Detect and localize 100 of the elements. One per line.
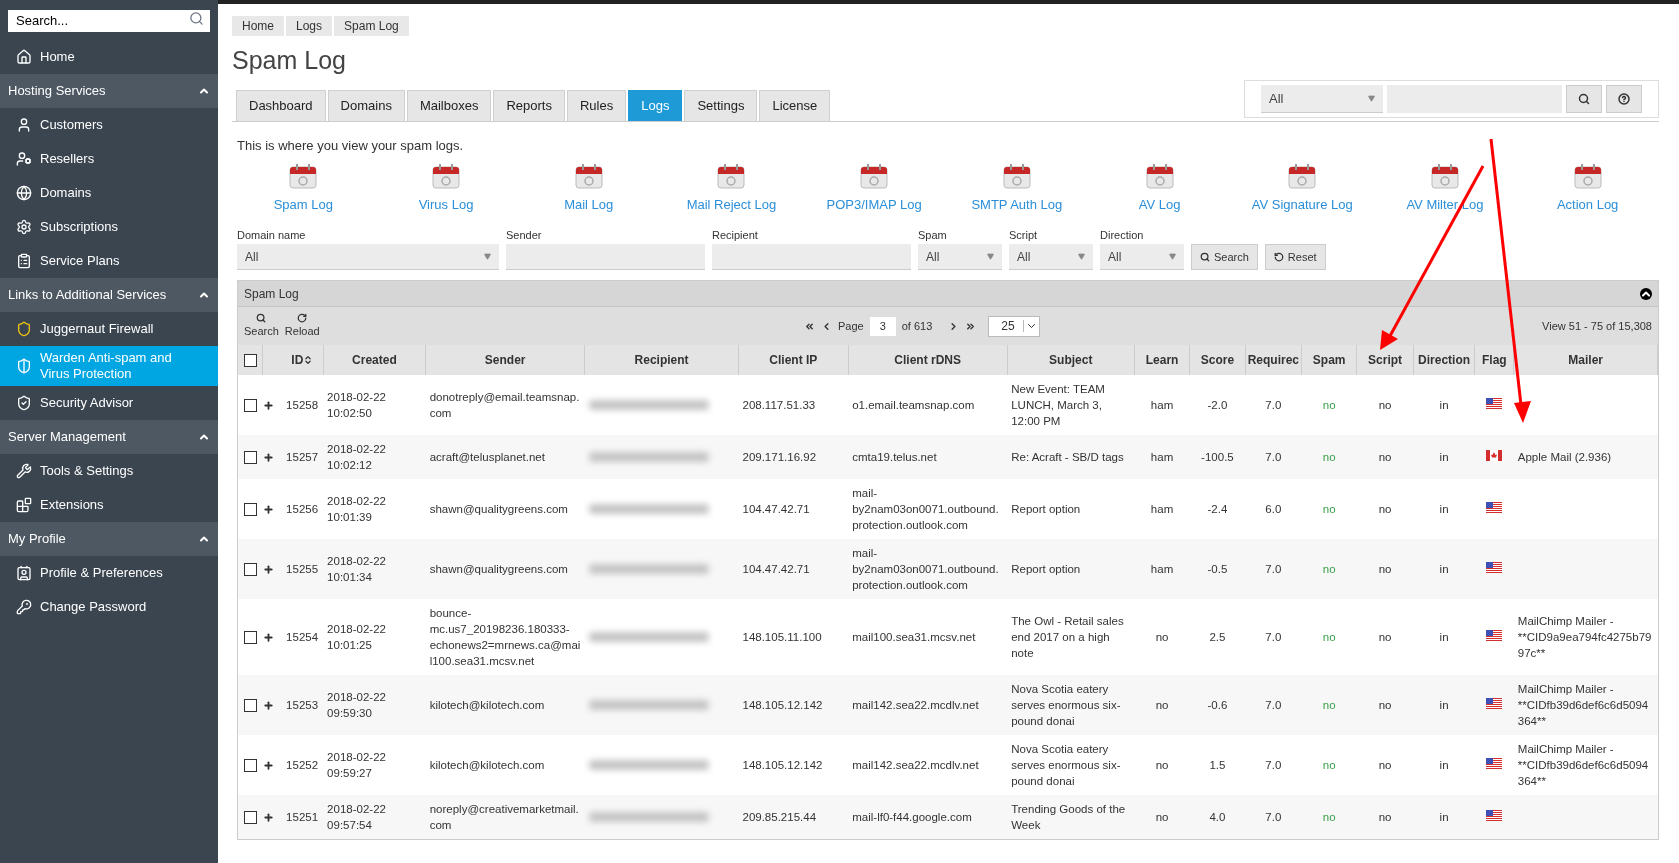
log-link[interactable]: SMTP Auth Log — [971, 195, 1063, 215]
section-header[interactable]: My Profile — [0, 522, 218, 556]
table-cell: mail142.sea22.mcdlv.net — [852, 699, 979, 711]
log-link[interactable]: POP3/IMAP Log — [826, 195, 922, 215]
table-cell: 2018-02-22 09:59:30 — [327, 691, 386, 719]
nav-item[interactable]: Customers — [0, 108, 218, 142]
page-size-dropdown[interactable]: 25 — [988, 315, 1040, 337]
row-checkbox[interactable] — [243, 630, 257, 644]
table-cell: 148.105.12.142 — [742, 699, 823, 711]
log-link[interactable]: Spam Log — [273, 195, 333, 215]
tab[interactable]: Reports — [493, 89, 565, 121]
dropdown[interactable]: All — [237, 244, 499, 270]
section-header[interactable]: Hosting Services — [0, 74, 218, 108]
table-cell: in — [1439, 563, 1449, 575]
log-link[interactable]: Mail Reject Log — [686, 195, 777, 215]
table-cell: 4.0 — [1209, 811, 1226, 823]
breadcrumb[interactable]: Home — [232, 16, 284, 36]
expand-icon[interactable] — [262, 759, 274, 771]
table-cell: no — [1378, 759, 1392, 771]
expand-icon[interactable] — [262, 563, 274, 575]
search-field[interactable]: Search... — [8, 9, 210, 32]
text-field[interactable] — [712, 244, 911, 270]
toolbar-button[interactable]: Reload — [284, 312, 320, 340]
tab[interactable]: License — [759, 89, 831, 121]
log-link[interactable]: Virus Log — [418, 195, 474, 215]
toolbar-button[interactable]: Search — [244, 312, 279, 340]
tab[interactable]: Dashboard — [236, 89, 326, 121]
shield-icon — [16, 321, 32, 337]
caret-icon — [484, 253, 491, 260]
nav-item[interactable]: Resellers — [0, 142, 218, 176]
expand-icon[interactable] — [262, 503, 274, 515]
select-all-checkbox[interactable] — [243, 353, 257, 367]
calendar-icon — [1430, 163, 1459, 189]
dropdown[interactable]: All — [1100, 244, 1184, 270]
dropdown[interactable]: All — [918, 244, 1002, 270]
expand-icon[interactable] — [262, 451, 274, 463]
table-cell: in — [1439, 699, 1449, 711]
section-header[interactable]: Server Management — [0, 420, 218, 454]
row-checkbox[interactable] — [243, 758, 257, 772]
log-link[interactable]: Mail Log — [564, 195, 614, 215]
row-checkbox[interactable] — [243, 698, 257, 712]
user-icon — [16, 117, 32, 133]
search-button[interactable] — [1566, 85, 1602, 113]
section-header[interactable]: Links to Additional Services — [0, 278, 218, 312]
breadcrumb[interactable]: Spam Log — [334, 16, 409, 36]
row-checkbox[interactable] — [243, 810, 257, 824]
row-checkbox[interactable] — [243, 502, 257, 516]
table-cell: bounce-mc.us7_20198236.180333-echonews2=mrnews.ca@mail100.sea31.mcsv.net — [429, 607, 581, 667]
log-link[interactable]: AV Signature Log — [1251, 195, 1353, 215]
table-cell: 2018-02-22 10:02:12 — [327, 443, 386, 471]
dropdown[interactable]: All — [1261, 85, 1383, 113]
tab[interactable]: Domains — [327, 89, 405, 121]
row-checkbox[interactable] — [243, 450, 257, 464]
nav-item[interactable]: Service Plans — [0, 244, 218, 278]
text-field[interactable] — [506, 244, 705, 270]
nav-item[interactable]: Domains — [0, 176, 218, 210]
table-cell: mail-by2nam03on0071.outbound.protection.outlook.com — [852, 487, 999, 531]
nav-item[interactable]: Subscriptions — [0, 210, 218, 244]
page-field[interactable]: 3 — [869, 316, 896, 336]
tab[interactable]: Mailboxes — [406, 89, 492, 121]
log-link[interactable]: AV Log — [1138, 195, 1181, 215]
nav-item[interactable]: Extensions — [0, 488, 218, 522]
expand-icon[interactable] — [262, 399, 274, 411]
dropdown[interactable]: All — [1009, 244, 1093, 270]
home-icon — [16, 49, 32, 65]
row-checkbox[interactable] — [243, 398, 257, 412]
calendar-icon — [432, 163, 461, 189]
table-cell: no — [1378, 451, 1392, 463]
tab[interactable]: Rules — [566, 89, 627, 121]
table-cell: 7.0 — [1265, 699, 1282, 711]
table-cell: 209.85.215.44 — [742, 811, 817, 823]
log-link[interactable]: Action Log — [1556, 195, 1619, 215]
nav-item[interactable]: Home — [0, 40, 218, 74]
breadcrumb[interactable]: Logs — [286, 16, 333, 36]
table-cell: no — [1322, 811, 1336, 823]
shield-icon — [16, 358, 32, 374]
nav-item[interactable]: Security Advisor — [0, 386, 218, 420]
table-cell: acraft@telusplanet.net — [429, 451, 545, 463]
nav-item[interactable]: Profile & Preferences — [0, 556, 218, 590]
nav-item[interactable]: Juggernaut Firewall — [0, 312, 218, 346]
nav-item[interactable]: Tools & Settings — [0, 454, 218, 488]
table-cell: 2.5 — [1209, 631, 1226, 643]
table-cell: mail-by2nam03on0071.outbound.protection.outlook.com — [852, 547, 999, 591]
row-checkbox[interactable] — [243, 562, 257, 576]
table-cell: Report option — [1011, 563, 1081, 575]
table-cell: 15258 — [286, 399, 319, 411]
expand-icon[interactable] — [262, 699, 274, 711]
table-cell: kilotech@kilotech.com — [429, 759, 545, 771]
table-cell: 1.5 — [1209, 759, 1226, 771]
expand-icon[interactable] — [262, 811, 274, 823]
globe-icon — [16, 185, 32, 201]
table-cell: shawn@qualitygreens.com — [429, 503, 568, 515]
tab[interactable]: Settings — [684, 89, 758, 121]
filter-button[interactable]: Search — [1191, 244, 1258, 270]
collapse-icon — [1640, 287, 1652, 300]
filter-button[interactable]: Reset — [1264, 244, 1326, 270]
expand-icon[interactable] — [262, 631, 274, 643]
help-button[interactable] — [1606, 85, 1642, 113]
nav-item[interactable]: Change Password — [0, 590, 218, 624]
table-cell: -100.5 — [1201, 451, 1234, 463]
